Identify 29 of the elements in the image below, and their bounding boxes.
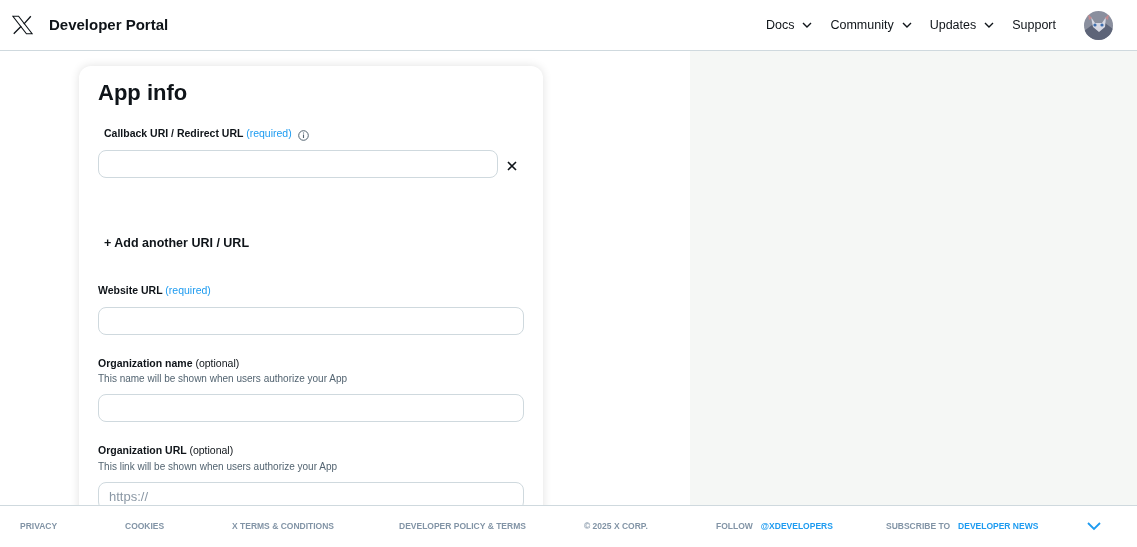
card-title: App info <box>98 80 189 107</box>
footer-link[interactable]: COOKIES <box>125 521 165 532</box>
chevron-down-icon[interactable] <box>1087 522 1101 531</box>
footer-link[interactable]: PRIVACY <box>20 521 58 532</box>
input-field[interactable] <box>98 306 524 335</box>
field-hint: This link will be shown when users authorize your App <box>98 460 338 475</box>
field-label: Callback URI / Redirect URL (required) <box>104 126 292 142</box>
input-field[interactable]: https:// <box>98 482 524 505</box>
info-icon[interactable] <box>297 130 309 142</box>
nav-link[interactable]: Support <box>1012 15 1056 35</box>
input-field[interactable] <box>98 394 524 423</box>
add-link[interactable]: + Add another URI / URL <box>104 234 250 253</box>
footer-link[interactable]: @XDEVELOPERS <box>760 520 833 533</box>
footer-link[interactable]: DEVELOPER POLICY & TERMS <box>399 521 526 532</box>
footer-text: FOLLOW <box>716 520 753 533</box>
footer-text: SUBSCRIBE TO <box>886 520 951 533</box>
field-label: Organization name (optional) <box>98 355 240 371</box>
field-hint: This name will be shown when users authorize your App <box>98 372 349 387</box>
nav-link[interactable]: Community <box>830 15 912 35</box>
footer-link[interactable]: DEVELOPER NEWS <box>958 520 1039 533</box>
footer-link[interactable]: X TERMS & CONDITIONS <box>232 521 334 532</box>
input-field[interactable] <box>98 150 498 179</box>
footer-link[interactable]: © 2025 X CORP. <box>584 521 648 532</box>
nav-link[interactable]: Docs <box>765 15 813 35</box>
x-logo-icon[interactable] <box>12 15 33 35</box>
nav-link[interactable]: Updates <box>929 15 995 35</box>
brand-title: Developer Portal <box>49 14 169 35</box>
field-label: Organization URL (optional) <box>98 443 234 459</box>
field-label: Website URL (required) <box>98 282 211 298</box>
